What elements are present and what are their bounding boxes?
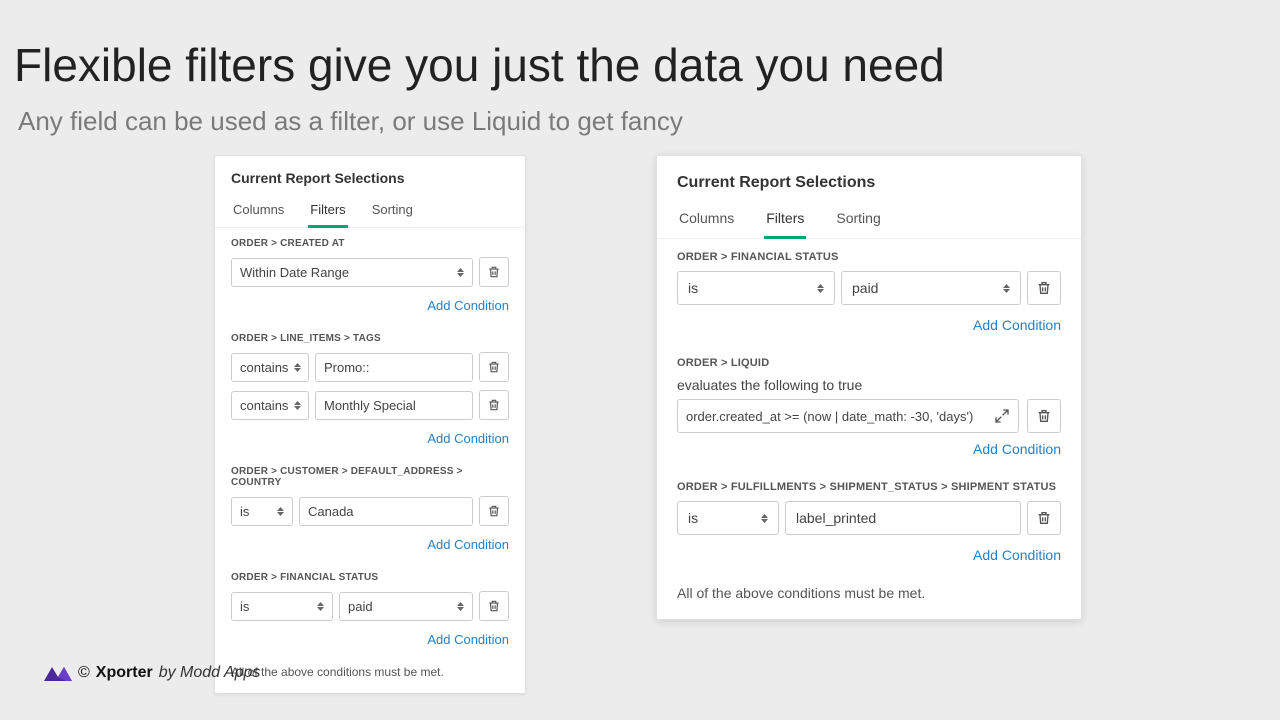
trash-icon — [1036, 280, 1052, 296]
select-value: contains — [240, 398, 288, 413]
select-value: contains — [240, 360, 288, 375]
add-condition-link[interactable]: Add Condition — [973, 441, 1061, 457]
chevron-updown-icon — [277, 507, 284, 516]
filter-group-label: ORDER > CREATED AT — [231, 238, 509, 249]
copyright: © — [78, 664, 90, 682]
select-value: paid — [852, 280, 878, 296]
operator-select[interactable]: is — [677, 271, 835, 305]
brand-footer: © Xporter by Modd Apps — [44, 664, 260, 682]
date-range-select[interactable]: Within Date Range — [231, 258, 473, 287]
chevron-updown-icon — [817, 284, 824, 293]
add-condition-link[interactable]: Add Condition — [427, 431, 509, 446]
delete-button[interactable] — [1027, 271, 1061, 305]
operator-select[interactable]: is — [231, 592, 333, 621]
select-value: is — [240, 504, 249, 519]
select-value: paid — [348, 599, 373, 614]
tab-columns[interactable]: Columns — [231, 196, 286, 227]
page-title: Flexible filters give you just the data … — [0, 0, 1280, 92]
liquid-note: evaluates the following to true — [657, 369, 1081, 393]
liquid-value: order.created_at >= (now | date_math: -3… — [686, 409, 973, 424]
chevron-updown-icon — [294, 401, 301, 410]
select-value: is — [688, 510, 698, 526]
filter-value-input[interactable]: Monthly Special — [315, 391, 473, 420]
trash-icon — [487, 599, 501, 613]
filter-group-label: ORDER > FULFILLMENTS > SHIPMENT_STATUS >… — [677, 481, 1061, 493]
delete-button[interactable] — [1027, 501, 1061, 535]
filter-group-label: ORDER > LIQUID — [677, 357, 1061, 369]
delete-button[interactable] — [479, 352, 509, 382]
trash-icon — [487, 504, 501, 518]
filter-value-input[interactable]: label_printed — [785, 501, 1021, 535]
chevron-updown-icon — [457, 268, 464, 277]
select-value: is — [240, 599, 249, 614]
chevron-updown-icon — [1003, 284, 1010, 293]
add-condition-link[interactable]: Add Condition — [973, 547, 1061, 563]
liquid-expression-input[interactable]: order.created_at >= (now | date_math: -3… — [677, 399, 1019, 433]
card-heading: Current Report Selections — [657, 156, 1081, 204]
select-value: Within Date Range — [240, 265, 349, 280]
chevron-updown-icon — [457, 602, 464, 611]
delete-button[interactable] — [479, 390, 509, 420]
expand-icon[interactable] — [988, 408, 1010, 424]
brand-name: Xporter — [96, 664, 153, 682]
tabs: Columns Filters Sorting — [657, 204, 1081, 239]
trash-icon — [1036, 510, 1052, 526]
operator-select[interactable]: is — [231, 497, 293, 526]
delete-button[interactable] — [479, 257, 509, 287]
filter-group-label: ORDER > FINANCIAL STATUS — [231, 572, 509, 583]
operator-select[interactable]: contains — [231, 353, 309, 382]
operator-select[interactable]: is — [677, 501, 779, 535]
tab-sorting[interactable]: Sorting — [834, 204, 882, 238]
add-condition-link[interactable]: Add Condition — [427, 537, 509, 552]
filters-card-right: Current Report Selections Columns Filter… — [656, 155, 1082, 620]
tab-columns[interactable]: Columns — [677, 204, 736, 238]
tabs: Columns Filters Sorting — [215, 196, 525, 228]
add-condition-link[interactable]: Add Condition — [973, 317, 1061, 333]
conditions-footer: All of the above conditions must be met. — [215, 657, 525, 693]
page-subtitle: Any field can be used as a filter, or us… — [0, 92, 1280, 137]
value-select[interactable]: paid — [339, 592, 473, 621]
value-select[interactable]: paid — [841, 271, 1021, 305]
filter-group-label: ORDER > CUSTOMER > DEFAULT_ADDRESS > COU… — [231, 466, 509, 488]
operator-select[interactable]: contains — [231, 391, 309, 420]
delete-button[interactable] — [479, 496, 509, 526]
card-heading: Current Report Selections — [215, 156, 525, 196]
trash-icon — [487, 265, 501, 279]
tab-filters[interactable]: Filters — [764, 204, 806, 238]
select-value: is — [688, 280, 698, 296]
add-condition-link[interactable]: Add Condition — [427, 632, 509, 647]
brand-byline: by Modd Apps — [159, 664, 261, 682]
filter-value-input[interactable]: Promo:: — [315, 353, 473, 382]
conditions-footer: All of the above conditions must be met. — [657, 575, 1081, 619]
chevron-updown-icon — [294, 363, 301, 372]
trash-icon — [487, 398, 501, 412]
delete-button[interactable] — [1027, 399, 1061, 433]
trash-icon — [1036, 408, 1052, 424]
trash-icon — [487, 360, 501, 374]
filter-group-label: ORDER > FINANCIAL STATUS — [677, 251, 1061, 263]
delete-button[interactable] — [479, 591, 509, 621]
tab-filters[interactable]: Filters — [308, 196, 347, 227]
add-condition-link[interactable]: Add Condition — [427, 298, 509, 313]
filter-group-label: ORDER > LINE_ITEMS > TAGS — [231, 333, 509, 344]
filters-card-left: Current Report Selections Columns Filter… — [214, 155, 526, 694]
tab-sorting[interactable]: Sorting — [370, 196, 415, 227]
filter-value-input[interactable]: Canada — [299, 497, 473, 526]
chevron-updown-icon — [761, 514, 768, 523]
brand-logo-icon — [44, 665, 72, 681]
chevron-updown-icon — [317, 602, 324, 611]
